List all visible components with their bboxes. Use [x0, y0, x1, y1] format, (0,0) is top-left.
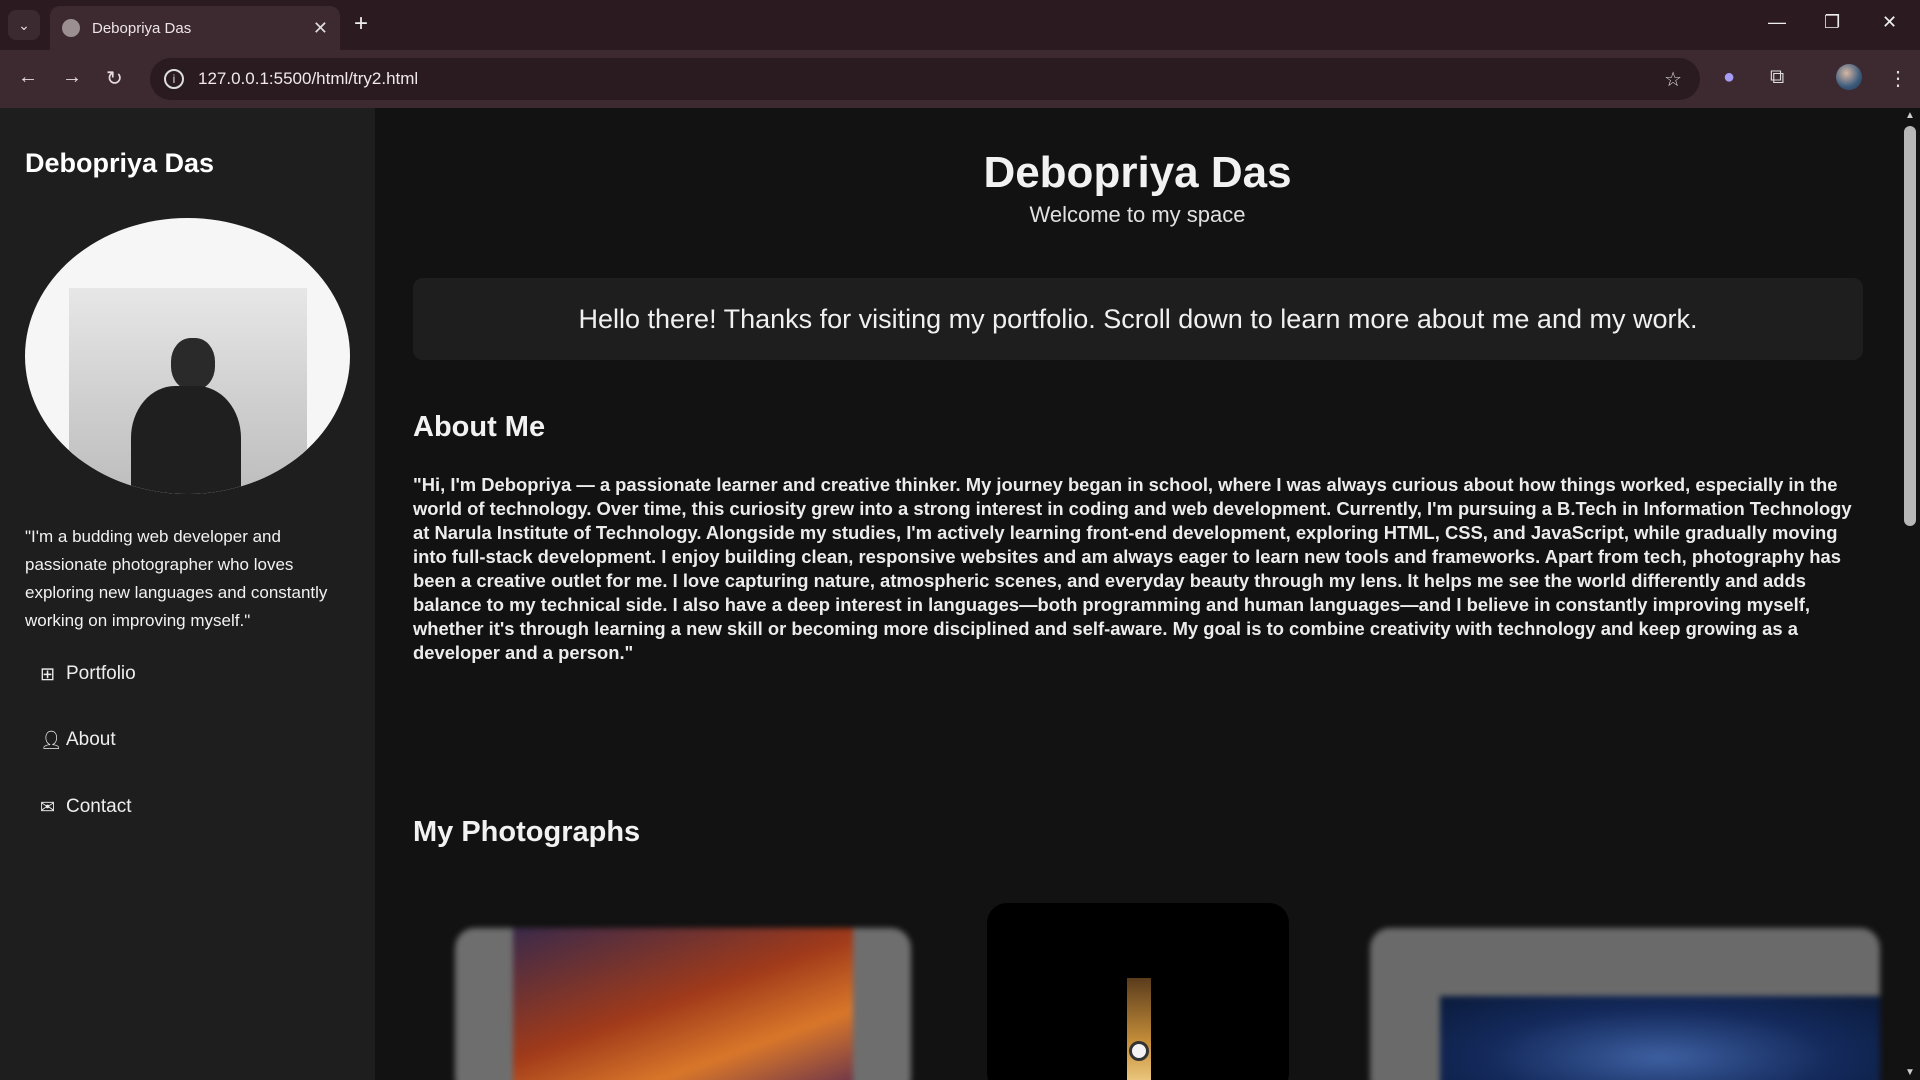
sidebar-name: Debopriya Das: [25, 148, 215, 178]
profile-photo-image: [69, 288, 307, 494]
photo-sky: [1440, 996, 1880, 1080]
restore-icon[interactable]: ❐: [1824, 12, 1840, 33]
main-content: Debopriya Das Welcome to my space Hello …: [375, 108, 1900, 1080]
url-text: 127.0.0.1:5500/html/try2.html: [198, 69, 419, 88]
grid-icon: ⊞: [40, 663, 56, 684]
browser-tab[interactable]: Debopriya Das ✕: [50, 6, 340, 50]
sidebar-item-label: Portfolio: [66, 663, 136, 684]
sidebar-item-contact[interactable]: ✉ Contact: [40, 796, 131, 818]
sidebar-item-label: Contact: [66, 796, 132, 817]
person-body: [131, 386, 241, 494]
web-page: Debopriya Das "I'm a budding web develop…: [0, 108, 1920, 1080]
close-icon[interactable]: ✕: [313, 18, 328, 39]
scroll-up-icon[interactable]: ▲: [1905, 110, 1915, 121]
close-window-icon[interactable]: ✕: [1882, 12, 1897, 33]
sidebar-item-about[interactable]: 👤︎ About: [40, 729, 116, 751]
clock-icon: [1129, 1041, 1149, 1061]
photo-card-clocktower[interactable]: [987, 903, 1289, 1080]
page-title: Debopriya Das: [983, 148, 1292, 197]
sidebar: Debopriya Das "I'm a budding web develop…: [0, 108, 375, 1080]
user-icon: 👤︎: [40, 729, 63, 750]
back-icon[interactable]: ←: [18, 66, 38, 89]
tab-list-button[interactable]: ⌄: [8, 10, 40, 40]
photo-sunset: [513, 928, 853, 1080]
about-text: "Hi, I'm Debopriya — a passionate learne…: [413, 474, 1852, 663]
forward-icon[interactable]: →: [62, 66, 82, 89]
profile-photo: [25, 218, 350, 494]
about-heading: About Me: [413, 411, 546, 443]
new-tab-button[interactable]: +: [354, 12, 368, 36]
info-icon[interactable]: i: [164, 69, 184, 89]
sidebar-item-portfolio[interactable]: ⊞ Portfolio: [40, 663, 136, 685]
photo-clocktower: [1127, 978, 1151, 1080]
reload-icon[interactable]: ↻: [106, 66, 123, 91]
menu-icon[interactable]: ⋮: [1888, 66, 1908, 91]
page-subtitle: Welcome to my space: [1029, 202, 1246, 227]
chevron-down-icon: ⌄: [18, 16, 30, 33]
browser-toolbar: ← → ↻ i 127.0.0.1:5500/html/try2.html ☆ …: [0, 50, 1920, 108]
envelope-icon: ✉: [40, 796, 56, 817]
photo-card-sky[interactable]: [1370, 928, 1880, 1080]
bookmark-star-icon[interactable]: ☆: [1664, 67, 1682, 92]
sidebar-item-label: About: [66, 729, 116, 750]
photo-card-sunset[interactable]: [455, 928, 911, 1080]
scroll-down-icon[interactable]: ▼: [1905, 1067, 1915, 1078]
person-figure: [171, 338, 215, 390]
welcome-banner: Hello there! Thanks for visiting my port…: [413, 278, 1863, 360]
address-bar[interactable]: i 127.0.0.1:5500/html/try2.html ☆: [150, 58, 1700, 100]
page-scrollbar[interactable]: ▲ ▼: [1900, 108, 1920, 1080]
scroll-thumb[interactable]: [1904, 126, 1916, 526]
tab-title: Debopriya Das: [92, 19, 192, 37]
sidebar-bio: "I'm a budding web developer and passion…: [25, 527, 328, 630]
minimize-icon[interactable]: —: [1768, 12, 1786, 33]
globe-icon: [62, 19, 80, 37]
extensions-icon[interactable]: ⧉: [1770, 66, 1784, 89]
photos-heading: My Photographs: [413, 816, 641, 848]
browser-tab-bar: ⌄ Debopriya Das ✕ + — ❐ ✕: [0, 0, 1920, 50]
gamepad-icon[interactable]: ●: [1723, 66, 1735, 89]
profile-avatar[interactable]: [1836, 64, 1862, 90]
